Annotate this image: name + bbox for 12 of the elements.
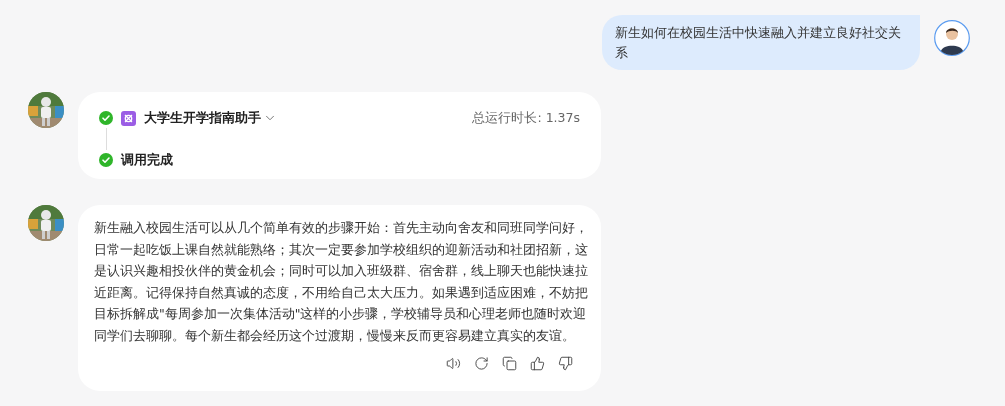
speaker-icon[interactable] [446,356,461,371]
runtime-text: 总运行时长: 1.37s [472,109,580,127]
copy-icon[interactable] [502,356,517,371]
thumbs-down-icon[interactable] [558,356,573,371]
refresh-icon[interactable] [474,356,489,371]
user-message: 新生如何在校园生活中快速融入并建立良好社交关系 [602,15,920,70]
user-avatar [934,20,970,56]
step-label: 调用完成 [121,151,173,170]
answer-text: 新生融入校园生活可以从几个简单有效的步骤开始：首先主动向舍友和同班同学问好，日常一起吃饭上课自然就能熟络；其次一定要参加学校组织的迎新活动和社团招新，这是认识兴趣相投伙伴的黄金机会；同时可以加入班级群、宿舍群，线上聊天也能快速拉近距离。记得保持自然真诚的态度，不用给自己太大压力。如果遇到适应困难，不妨把目标拆解成"每周参加一次集体活动"这样的小步骤，学校辅导员和心理老师也随时欢迎同学们去聊聊。每个新生都会经历这个过渡期，慢慢来反而更容易建立真实的友谊。 [94,219,589,345]
plugin-toggle[interactable]: 大学生开学指南助手 [144,108,277,128]
plugin-icon [121,110,136,126]
thumbs-up-icon[interactable] [530,356,545,371]
